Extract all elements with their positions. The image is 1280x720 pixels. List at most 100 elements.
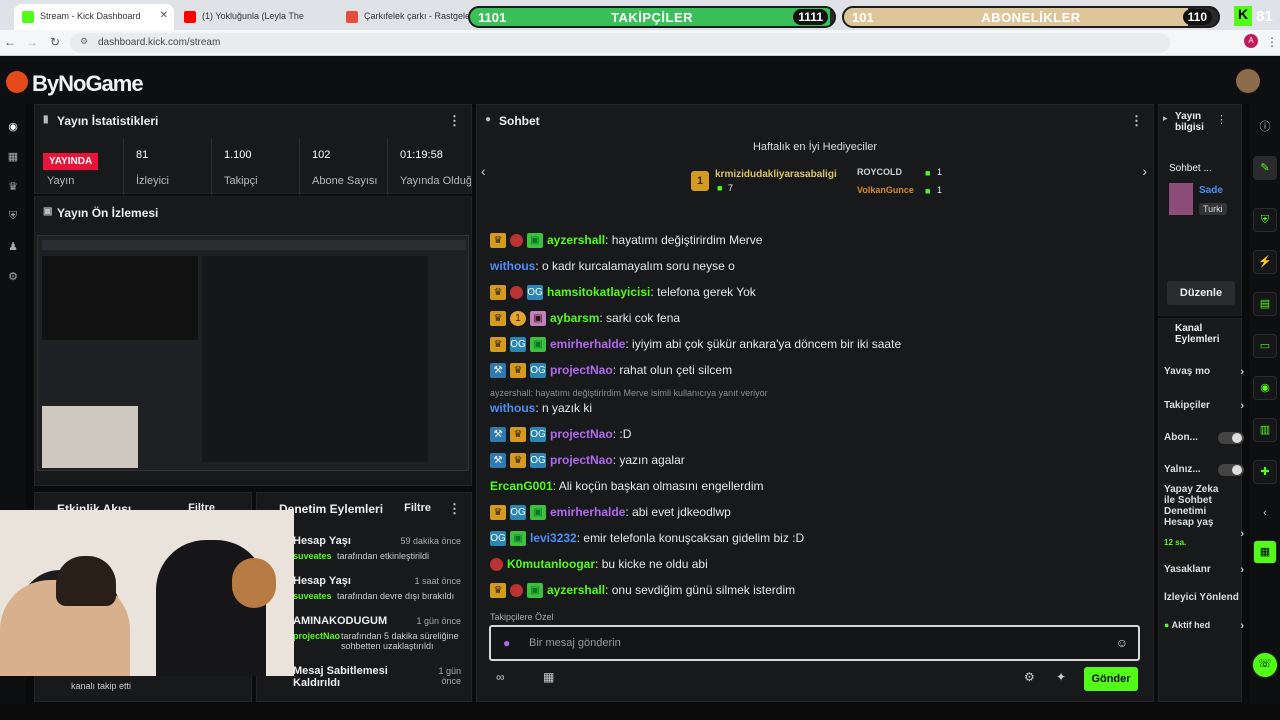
chat-text: hayatımı değiştirirdim Merve: [611, 233, 763, 247]
chat-username[interactable]: withous: [490, 401, 535, 415]
app-topbar: ByNoGame: [0, 57, 1280, 104]
emoji-icon[interactable]: ☺: [1116, 636, 1128, 650]
mod-item-title: Hesap Yaşı: [293, 535, 351, 547]
chat-username[interactable]: hamsitokatlayicisi: [547, 285, 650, 299]
tab-youtube[interactable]: (1) Yokluğunla (Leyla The: [176, 4, 336, 30]
chat-menu-icon[interactable]: ⋮: [1130, 113, 1143, 129]
settings-icon[interactable]: ⚙: [6, 270, 20, 284]
gifters-next-icon[interactable]: ›: [1142, 163, 1147, 179]
streamer-tag[interactable]: Sade: [1199, 185, 1223, 196]
mod-item-user[interactable]: suveates: [293, 551, 332, 561]
trophy-icon[interactable]: ♛: [6, 180, 20, 194]
chat-username[interactable]: levi3232: [530, 531, 577, 545]
user-avatar[interactable]: [1236, 69, 1260, 93]
activity-last-item: kanalı takip etti: [71, 681, 132, 691]
community-icon[interactable]: ♟: [6, 240, 20, 254]
gifters-leaderboard: Haftalık en İyi Hediyeciler ‹ › 1 krmizi…: [477, 137, 1153, 205]
gift-sub-icon[interactable]: ✦: [1056, 670, 1066, 684]
close-tab-icon[interactable]: ✕: [160, 10, 168, 21]
stat-live-label: Yayın: [47, 175, 75, 187]
brand-logo[interactable]: ByNoGame: [32, 71, 144, 97]
chat-username[interactable]: projectNao: [550, 363, 613, 377]
back-icon[interactable]: ←: [4, 35, 16, 49]
edit-icon[interactable]: ✎: [1253, 156, 1277, 180]
chat-message: ♛ 1 ▣ aybarsm: sarki cok fena: [490, 309, 680, 327]
gift-icon: ■: [925, 168, 931, 178]
stream-info-menu-icon[interactable]: ⋮: [1216, 113, 1227, 126]
chat-input-box[interactable]: ● Bir mesaj gönderin ☺: [489, 625, 1140, 661]
tab-wheel[interactable]: Çarkıfelek çarkı - Rastgele Se: [338, 4, 468, 30]
chat-username[interactable]: projectNao: [550, 453, 613, 467]
stat-value: 1.100: [224, 149, 252, 161]
chat-username[interactable]: ayzershall: [547, 233, 605, 247]
menu-icon[interactable]: ⋮: [1266, 35, 1278, 49]
crown-badge-icon: ♛: [490, 285, 506, 301]
action-label: Yalnız...: [1164, 464, 1201, 475]
wrench-icon[interactable]: ✚: [1253, 460, 1277, 484]
mod-item-user[interactable]: projectNao: [293, 631, 340, 641]
gifters-prev-icon[interactable]: ‹: [481, 163, 486, 179]
gifters-title: Haftalık en İyi Hediyeciler: [752, 141, 878, 153]
top-gifter-name[interactable]: krmizidudakliyarasabaligi: [715, 169, 837, 180]
forward-icon[interactable]: →: [26, 35, 38, 49]
send-button[interactable]: Gönder: [1084, 667, 1138, 691]
chat-settings-icon[interactable]: ⚙: [1024, 670, 1035, 684]
category-tag[interactable]: Turki: [1199, 203, 1227, 215]
tab-kick-dashboard[interactable]: Stream - Kick Dashboard ✕: [14, 4, 174, 30]
verified-badge-icon: [510, 286, 523, 300]
slow-mode-row[interactable]: Yavaş mo ›: [1164, 366, 1244, 380]
stat-label: Abone Sayısı: [312, 175, 378, 187]
subscribers-only-toggle[interactable]: [1218, 432, 1244, 444]
stream-preview-video[interactable]: [37, 235, 469, 471]
microphone-icon[interactable]: ●: [503, 636, 510, 650]
profile-avatar-icon[interactable]: A: [1244, 34, 1258, 48]
moderation-icon[interactable]: ⛨: [6, 210, 20, 224]
url-field[interactable]: ⚙ dashboard.kick.com/stream: [70, 33, 1170, 53]
chat-username[interactable]: projectNao: [550, 427, 613, 441]
stream-icon[interactable]: ◉: [6, 120, 20, 134]
broadcast-icon[interactable]: ◉: [1253, 376, 1277, 400]
chat-tool-icon[interactable]: ▭: [1253, 334, 1277, 358]
chat-username[interactable]: emirherhalde: [550, 505, 625, 519]
bans-row[interactable]: Yasaklanr ›: [1164, 564, 1244, 578]
crown-badge-icon: ♛: [490, 233, 506, 249]
moderation-tool-icon[interactable]: ⛨: [1253, 208, 1277, 232]
chat-username[interactable]: K0mutanloogar: [507, 557, 595, 571]
chat-username[interactable]: withous: [490, 259, 535, 273]
chat-username[interactable]: ayzershall: [547, 583, 605, 597]
analytics-icon[interactable]: ▦: [6, 150, 20, 164]
info-icon[interactable]: ⓘ: [1253, 116, 1277, 140]
gift-icon: ■: [717, 183, 723, 193]
active-goal-row[interactable]: ● Aktif hed ›: [1164, 620, 1244, 634]
reload-icon[interactable]: ↻: [50, 35, 60, 49]
followers-mode-row[interactable]: Takipçiler ›: [1164, 400, 1244, 414]
gifter-name[interactable]: ROYCOLD: [857, 167, 902, 177]
moderation-menu-icon[interactable]: ⋮: [448, 501, 461, 517]
clapper-icon[interactable]: ▦: [1253, 540, 1277, 564]
chat-username[interactable]: ErcanG001: [490, 479, 553, 493]
youtube-favicon-icon: [184, 11, 196, 23]
og-badge-icon: OG: [510, 505, 526, 521]
mod-item-user[interactable]: suveates: [293, 591, 332, 601]
media-icon[interactable]: ▥: [1253, 418, 1277, 442]
document-icon[interactable]: ▤: [1253, 292, 1277, 316]
store-icon[interactable]: ▦: [543, 670, 554, 684]
moderation-filter-button[interactable]: Filtre: [404, 502, 431, 514]
address-bar: ← → ↻ ⚙ dashboard.kick.com/stream A ⋮: [0, 30, 1280, 56]
stats-menu-icon[interactable]: ⋮: [448, 113, 461, 129]
ai-moderation-row[interactable]: Yapay Zeka ile Sohbet Denetimi Hesap yaş…: [1164, 484, 1244, 548]
collapse-icon[interactable]: ‹: [1253, 502, 1277, 526]
chat-message: ⚒ ♛ OG projectNao: yazın agalar: [490, 451, 685, 469]
site-info-icon[interactable]: ⚙: [80, 36, 88, 47]
lightning-icon[interactable]: ⚡: [1253, 250, 1277, 274]
mod-item-title: Mesaj Sabitlemesi Kaldırıldı: [293, 665, 388, 689]
chat-users-icon[interactable]: ∞: [496, 670, 505, 684]
vip-badge-icon: 1: [510, 311, 526, 327]
emote-only-toggle[interactable]: [1218, 464, 1244, 476]
viewer-redirect-row[interactable]: İzleyici Yönlend: [1164, 592, 1244, 606]
edit-stream-button[interactable]: Düzenle: [1167, 281, 1235, 305]
chat-username[interactable]: emirherhalde: [550, 337, 625, 351]
chat-username[interactable]: aybarsm: [550, 311, 599, 325]
gifter-name[interactable]: VolkanGunce: [857, 185, 914, 195]
help-chat-icon[interactable]: ☏: [1252, 652, 1278, 678]
